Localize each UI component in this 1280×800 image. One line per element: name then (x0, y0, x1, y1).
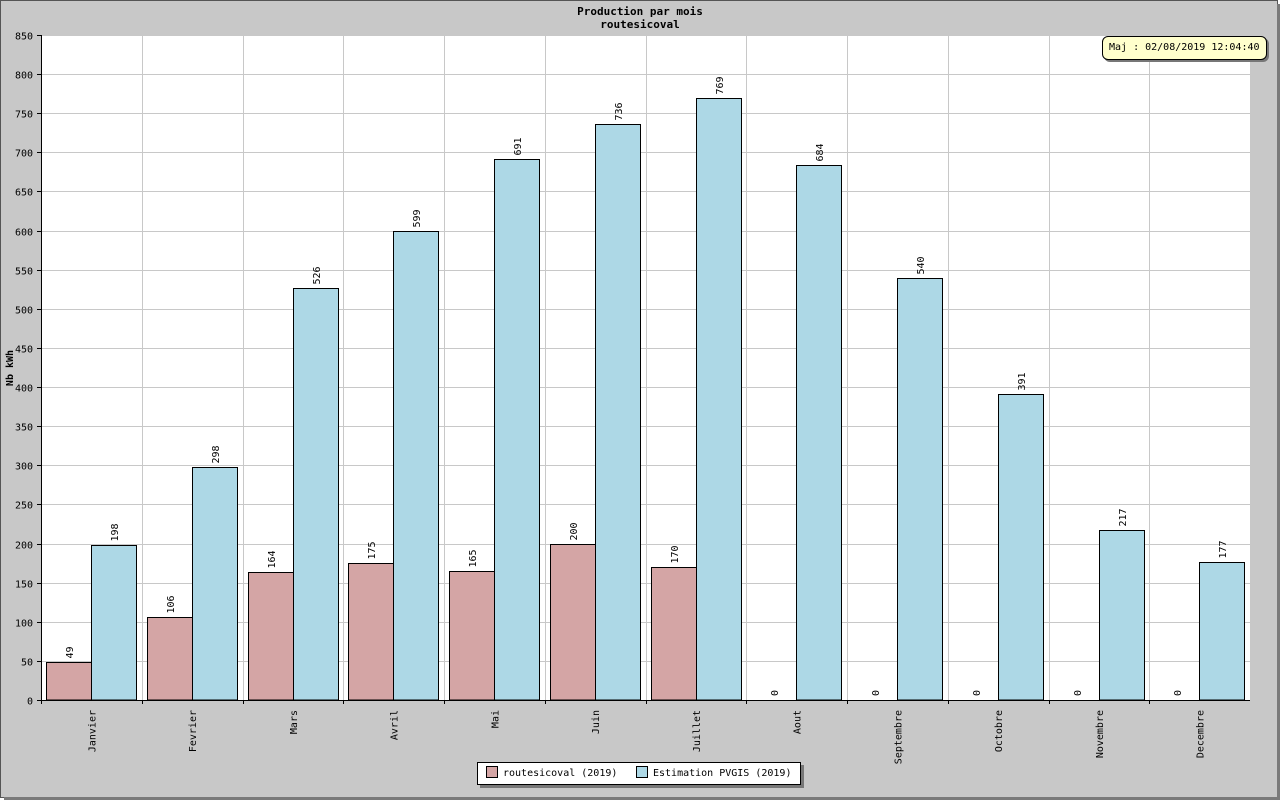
x-tick-label-mars: Mars (289, 710, 300, 734)
data-label-pvgis-juin: 736 (614, 102, 625, 120)
data-label-routesicoval-decembre: 0 (1173, 690, 1184, 696)
y-tick-label: 400 (15, 384, 33, 395)
bar-pvgis-novembre (1099, 530, 1145, 701)
bar-routesicoval-avril (348, 563, 394, 701)
data-label-pvgis-fevrier: 298 (211, 445, 222, 463)
data-label-pvgis-janvier: 198 (110, 523, 121, 541)
data-label-routesicoval-mai: 165 (468, 549, 479, 567)
legend-item-pvgis: Estimation PVGIS (2019) (636, 763, 791, 784)
update-timestamp-badge: Maj : 02/08/2019 12:04:40 (1102, 36, 1267, 60)
y-tick-label: 100 (15, 619, 33, 630)
legend-swatch-routesicoval (486, 766, 498, 778)
chart-title: Production par mois (577, 5, 703, 18)
bar-routesicoval-juin (550, 544, 596, 701)
legend-swatch-pvgis (636, 766, 648, 778)
x-tick-label-fevrier: Fevrier (188, 710, 199, 752)
y-tick-label: 600 (15, 228, 33, 239)
bar-pvgis-octobre (998, 394, 1044, 701)
y-axis-label: Nb kWh (5, 350, 16, 386)
data-label-routesicoval-aout: 0 (770, 690, 781, 696)
data-label-routesicoval-mars: 164 (267, 550, 278, 568)
bar-routesicoval-janvier (46, 662, 92, 701)
bar-pvgis-janvier (91, 545, 137, 701)
x-tick-label-mai: Mai (490, 710, 501, 728)
legend-label-pvgis: Estimation PVGIS (2019) (653, 768, 792, 779)
bar-pvgis-juin (595, 124, 641, 701)
y-tick-label: 700 (15, 149, 33, 160)
data-label-pvgis-avril: 599 (412, 209, 423, 227)
y-tick-label: 850 (15, 32, 33, 43)
bar-pvgis-decembre (1199, 562, 1245, 701)
y-tick-label: 50 (21, 658, 33, 669)
bar-pvgis-mars (293, 288, 339, 701)
bar-routesicoval-juillet (651, 567, 697, 701)
y-tick-label: 300 (15, 462, 33, 473)
y-tick-label: 200 (15, 541, 33, 552)
data-label-pvgis-septembre: 540 (916, 256, 927, 274)
x-tick-label-octobre: Octobre (994, 710, 1005, 752)
legend: routesicoval (2019) Estimation PVGIS (20… (477, 762, 801, 785)
bar-routesicoval-mars (248, 572, 294, 701)
chart-subtitle: routesicoval (600, 18, 679, 31)
x-tick-label-juin: Juin (591, 710, 602, 734)
data-label-pvgis-juillet: 769 (715, 76, 726, 94)
data-label-pvgis-decembre: 177 (1218, 540, 1229, 558)
data-label-pvgis-mars: 526 (312, 266, 323, 284)
data-label-routesicoval-avril: 175 (367, 541, 378, 559)
y-tick-label: 800 (15, 71, 33, 82)
x-tick-label-avril: Avril (390, 710, 401, 740)
bar-pvgis-juillet (696, 98, 742, 701)
data-label-routesicoval-juillet: 170 (670, 545, 681, 563)
data-label-pvgis-novembre: 217 (1118, 508, 1129, 526)
x-tick-label-decembre: Decembre (1196, 710, 1207, 758)
y-tick-label: 0 (27, 697, 33, 708)
data-label-pvgis-mai: 691 (513, 137, 524, 155)
x-tick-label-septembre: Septembre (893, 710, 904, 764)
y-tick-label: 450 (15, 345, 33, 356)
bar-chart: 0 50 100 150 200 250 300 350 400 450 500 550 600 650 7… (5, 5, 1250, 764)
data-label-pvgis-aout: 684 (815, 143, 826, 161)
data-label-routesicoval-octobre: 0 (972, 690, 983, 696)
data-label-pvgis-octobre: 391 (1017, 372, 1028, 390)
data-label-routesicoval-janvier: 49 (65, 646, 76, 658)
y-tick-label: 500 (15, 306, 33, 317)
x-tick-label-novembre: Novembre (1095, 710, 1106, 758)
bar-routesicoval-mai (449, 571, 495, 701)
bar-pvgis-avril (393, 231, 439, 701)
y-tick-label: 350 (15, 423, 33, 434)
legend-label-routesicoval: routesicoval (2019) (503, 768, 618, 779)
legend-item-routesicoval: routesicoval (2019) (486, 763, 617, 784)
bar-pvgis-septembre (897, 278, 943, 701)
y-tick-label: 250 (15, 501, 33, 512)
y-tick-label: 750 (15, 110, 33, 121)
bar-pvgis-fevrier (192, 467, 238, 701)
data-label-routesicoval-septembre: 0 (871, 690, 882, 696)
x-tick-label-janvier: Janvier (87, 710, 98, 752)
x-tick-label-aout: Aout (793, 710, 804, 734)
bar-routesicoval-fevrier (147, 617, 193, 701)
data-label-routesicoval-juin: 200 (569, 522, 580, 540)
y-tick-label: 550 (15, 267, 33, 278)
y-tick-label: 150 (15, 580, 33, 591)
x-tick-label-juillet: Juillet (692, 710, 703, 752)
bar-pvgis-mai (494, 159, 540, 701)
data-label-routesicoval-novembre: 0 (1073, 690, 1084, 696)
y-tick-label: 650 (15, 188, 33, 199)
data-label-routesicoval-fevrier: 106 (166, 595, 177, 613)
bar-pvgis-aout (796, 165, 842, 701)
